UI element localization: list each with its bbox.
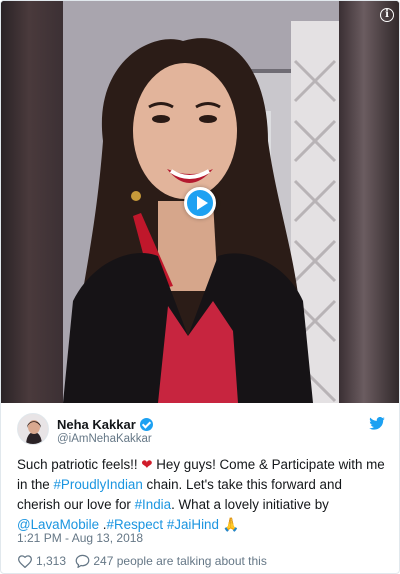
tweet-actions: 1,313 247 people are talking about this (17, 553, 273, 569)
tweet-text-part: . (99, 517, 107, 532)
hashtag-link[interactable]: #JaiHind (167, 517, 219, 532)
author-handle[interactable]: @iAmNehaKakkar (57, 433, 152, 445)
tweet-text-part: Such patriotic feels!! (17, 457, 142, 472)
play-icon[interactable] (184, 187, 216, 219)
twitter-bird-icon[interactable] (369, 416, 385, 435)
author-name[interactable]: Neha Kakkar (57, 417, 136, 432)
video-blur-left (1, 1, 63, 403)
folded-hands-emoji: 🙏 (222, 517, 240, 532)
info-icon[interactable]: i (380, 8, 394, 22)
heart-icon[interactable] (17, 554, 33, 569)
video-player[interactable]: i (1, 1, 399, 403)
mention-link[interactable]: @LavaMobile (17, 517, 99, 532)
like-count[interactable]: 1,313 (36, 554, 66, 568)
red-heart-emoji: ❤ (141, 457, 153, 472)
hashtag-link[interactable]: #India (135, 497, 171, 512)
tweet-text: Such patriotic feels!! ❤ Hey guys! Come … (17, 455, 387, 535)
avatar[interactable] (17, 413, 49, 445)
video-blur-right (339, 1, 399, 403)
embedded-tweet-card: i Neha Kakkar @iAmNehaKakkar Such patrio… (0, 0, 400, 574)
talking-count[interactable]: 247 people are talking about this (93, 554, 266, 568)
tweet-text-part: . What a lovely initiative by (171, 497, 329, 512)
verified-badge-icon (139, 418, 153, 431)
hashtag-link[interactable]: #ProudlyIndian (53, 477, 142, 492)
reply-action[interactable]: 247 people are talking about this (75, 553, 267, 569)
tweet-timestamp[interactable]: 1:21 PM - Aug 13, 2018 (17, 531, 143, 545)
hashtag-link[interactable]: #Respect (107, 517, 164, 532)
speech-bubble-icon[interactable] (75, 554, 90, 569)
like-action[interactable]: 1,313 (17, 553, 66, 569)
tweet-body: Neha Kakkar @iAmNehaKakkar Such patrioti… (1, 403, 399, 573)
author-name-line[interactable]: Neha Kakkar (57, 417, 153, 432)
